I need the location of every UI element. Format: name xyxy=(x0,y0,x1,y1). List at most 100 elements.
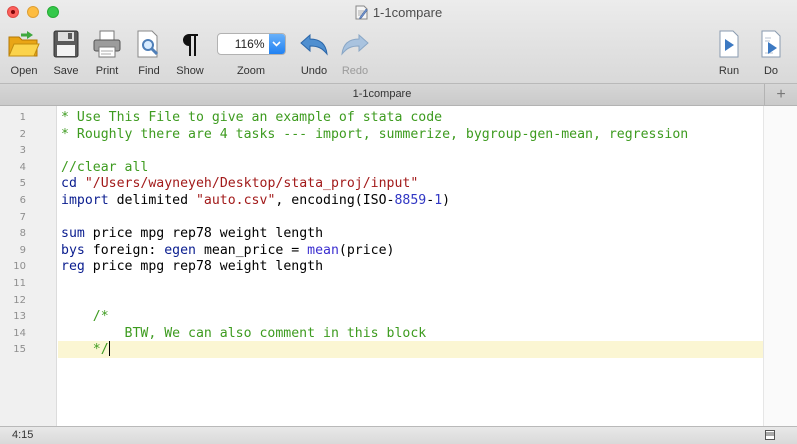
cursor-position: 4:15 xyxy=(12,429,34,441)
line-number: 3 xyxy=(19,145,26,157)
code-token: price mpg rep78 weight length xyxy=(84,259,324,275)
status-bar: 4:15 xyxy=(0,426,797,444)
printer-icon xyxy=(93,30,121,58)
code-token: ) xyxy=(442,193,451,208)
code-token: * Roughly there are 4 tasks --- import, … xyxy=(61,126,689,142)
save-button[interactable]: Save xyxy=(50,28,82,80)
code-line[interactable]: 3 xyxy=(0,142,797,159)
undo-label: Undo xyxy=(300,65,328,77)
redo-button[interactable]: Redo xyxy=(339,28,371,80)
code-token: sum xyxy=(61,226,85,242)
code-token: - xyxy=(426,193,435,208)
code-text: //clear all xyxy=(58,159,797,176)
code-text: reg price mpg rep78 weight length xyxy=(58,258,797,275)
code-editor[interactable]: 1 * Use This File to give an example of s… xyxy=(0,106,797,426)
code-line[interactable]: 11 xyxy=(0,275,797,292)
split-view-icon[interactable] xyxy=(765,430,775,440)
code-line[interactable]: 6 import delimited "auto.csv", encoding(I… xyxy=(0,192,797,209)
code-token: "auto.csv" xyxy=(195,193,276,208)
zoom-select[interactable]: 116% xyxy=(216,33,286,55)
run-button[interactable]: Run xyxy=(714,28,744,80)
line-number: 2 xyxy=(19,128,26,140)
do-button[interactable]: Do xyxy=(756,28,786,80)
undo-arrow-icon xyxy=(300,33,328,56)
code-text: import delimited "auto.csv", encoding(IS… xyxy=(58,192,797,209)
code-line[interactable]: 1 * Use This File to give an example of s… xyxy=(0,109,797,126)
run-label: Run xyxy=(718,65,740,77)
window-title: 1-1compare xyxy=(0,5,797,20)
code-line[interactable]: 10 reg price mpg rep78 weight length xyxy=(0,258,797,275)
code-token: egen xyxy=(164,242,196,258)
code-token: 8859 xyxy=(394,193,427,208)
redo-label: Redo xyxy=(341,65,369,77)
code-line[interactable]: 13 /* xyxy=(0,308,797,325)
undo-button[interactable]: Undo xyxy=(297,28,331,80)
code-token: /* xyxy=(61,309,109,325)
code-token: (price) xyxy=(338,242,395,258)
code-line[interactable]: 5 cd "/Users/wayneyeh/Desktop/stata_proj/… xyxy=(0,175,797,192)
code-line[interactable]: 14 BTW, We can also comment in this bloc… xyxy=(0,325,797,342)
code-token: BTW, We can also comment in this block xyxy=(61,325,427,341)
show-label: Show xyxy=(176,65,204,77)
line-number: 10 xyxy=(13,261,26,273)
line-number: 7 xyxy=(19,211,26,223)
line-number: 4 xyxy=(19,161,26,173)
code-text: * Roughly there are 4 tasks --- import, … xyxy=(58,126,797,143)
code-text: * Use This File to give an example of st… xyxy=(58,109,797,126)
line-number: 5 xyxy=(19,178,26,190)
new-tab-button[interactable]: + xyxy=(764,84,797,106)
code-token: , encoding(ISO- xyxy=(275,193,395,208)
code-line[interactable]: 8 sum price mpg rep78 weight length xyxy=(0,225,797,242)
zoom-control[interactable]: 116% Zoom xyxy=(216,28,286,80)
save-label: Save xyxy=(53,65,79,77)
vertical-scrollbar[interactable] xyxy=(763,106,797,426)
code-token: foreign: xyxy=(84,242,165,258)
open-button[interactable]: Open xyxy=(6,28,42,80)
code-line[interactable]: 4 //clear all xyxy=(0,159,797,176)
find-button[interactable]: Find xyxy=(134,28,164,80)
toolbar-area: 1-1compare Open Save Print Find Show 116… xyxy=(0,0,797,84)
line-number: 15 xyxy=(13,344,26,356)
code-token: bys xyxy=(61,242,85,258)
code-text: */ xyxy=(58,341,797,359)
code-line[interactable]: 9 bys foreign: egen mean_price = mean(pri… xyxy=(0,242,797,259)
do-document-icon xyxy=(761,30,781,58)
text-cursor xyxy=(108,341,110,357)
code-token: "/Users/wayneyeh/Desktop/stata_proj/inpu… xyxy=(84,176,419,192)
open-label: Open xyxy=(10,65,38,77)
show-button[interactable]: Show xyxy=(173,28,207,80)
code-token: * Use This File to give an example of st… xyxy=(61,110,443,125)
line-number: 12 xyxy=(13,294,26,306)
code-token: //clear all xyxy=(61,159,149,175)
code-token: mean_price = xyxy=(196,242,308,258)
line-number: 13 xyxy=(13,311,26,323)
redo-arrow-icon xyxy=(341,33,369,56)
code-line[interactable]: 15 */ xyxy=(0,341,797,359)
line-number: 9 xyxy=(19,244,26,256)
code-token: price mpg rep78 weight length xyxy=(84,226,324,242)
tab-1-1compare[interactable]: 1-1compare xyxy=(0,88,764,100)
code-line[interactable]: 7 xyxy=(0,209,797,226)
code-token: delimited xyxy=(108,193,196,208)
pilcrow-icon xyxy=(183,34,198,56)
code-text: /* xyxy=(58,308,797,325)
code-text: cd "/Users/wayneyeh/Desktop/stata_proj/i… xyxy=(58,175,797,192)
code-line[interactable]: 2 * Roughly there are 4 tasks --- import,… xyxy=(0,126,797,143)
tab-bar: 1-1compare + xyxy=(0,84,797,106)
chevron-down-icon xyxy=(272,41,281,47)
line-number: 11 xyxy=(13,278,26,289)
code-token: 1 xyxy=(434,193,443,208)
zoom-dropdown-arrow[interactable] xyxy=(268,34,285,54)
document-icon xyxy=(355,5,368,20)
zoom-value: 116% xyxy=(234,37,265,51)
zoom-label: Zoom xyxy=(236,65,266,77)
print-label: Print xyxy=(95,65,119,77)
find-label: Find xyxy=(138,65,160,77)
print-button[interactable]: Print xyxy=(91,28,123,80)
code-line[interactable]: 12 xyxy=(0,292,797,309)
line-number: 8 xyxy=(19,228,26,240)
code-text: sum price mpg rep78 weight length xyxy=(58,225,797,242)
